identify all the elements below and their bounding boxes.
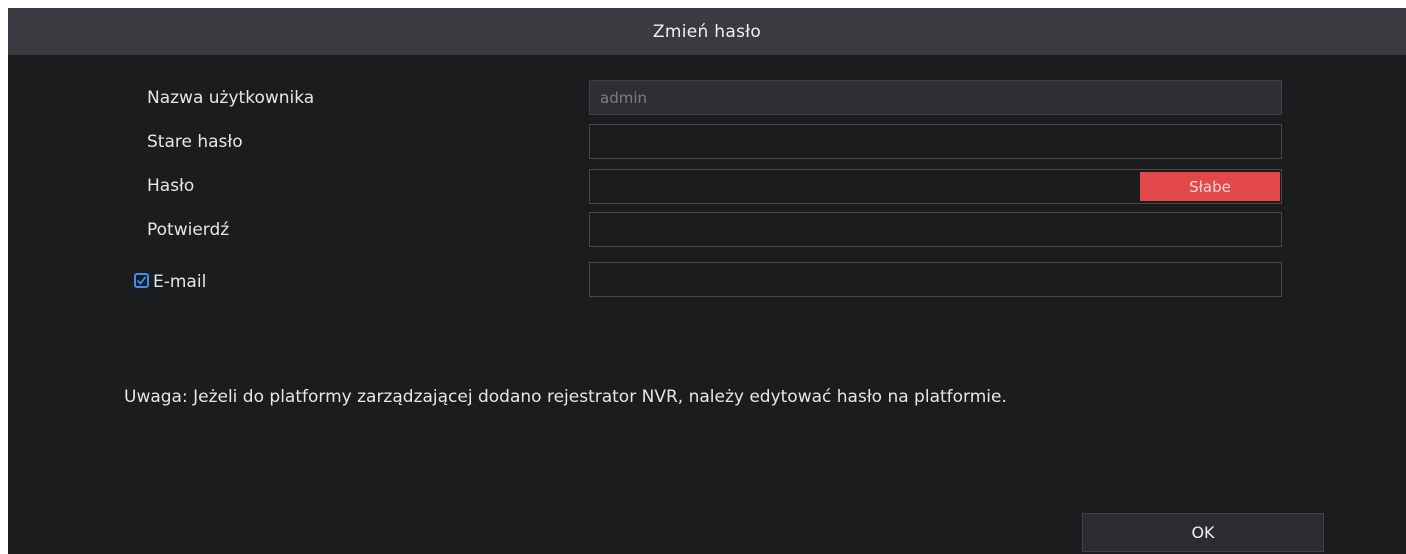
confirm-password-label: Potwierdź <box>147 220 230 240</box>
old-password-field[interactable] <box>589 124 1282 159</box>
email-field[interactable] <box>589 262 1282 297</box>
email-checkbox[interactable] <box>134 273 149 288</box>
change-password-dialog: Zmień hasło Nazwa użytkownika Stare hasł… <box>8 8 1406 554</box>
checkmark-icon <box>136 276 147 285</box>
dialog-title: Zmień hasło <box>652 21 762 42</box>
password-strength-badge: Słabe <box>1140 172 1280 201</box>
password-label: Hasło <box>147 176 195 196</box>
ok-button[interactable]: OK <box>1082 513 1324 552</box>
username-field <box>589 80 1282 115</box>
platform-warning-note: Uwaga: Jeżeli do platformy zarządzającej… <box>124 387 1007 407</box>
dialog-titlebar: Zmień hasło <box>8 8 1406 55</box>
email-label: E-mail <box>153 272 207 292</box>
username-label: Nazwa użytkownika <box>147 88 315 108</box>
confirm-password-field[interactable] <box>589 212 1282 247</box>
old-password-label: Stare hasło <box>147 132 243 152</box>
